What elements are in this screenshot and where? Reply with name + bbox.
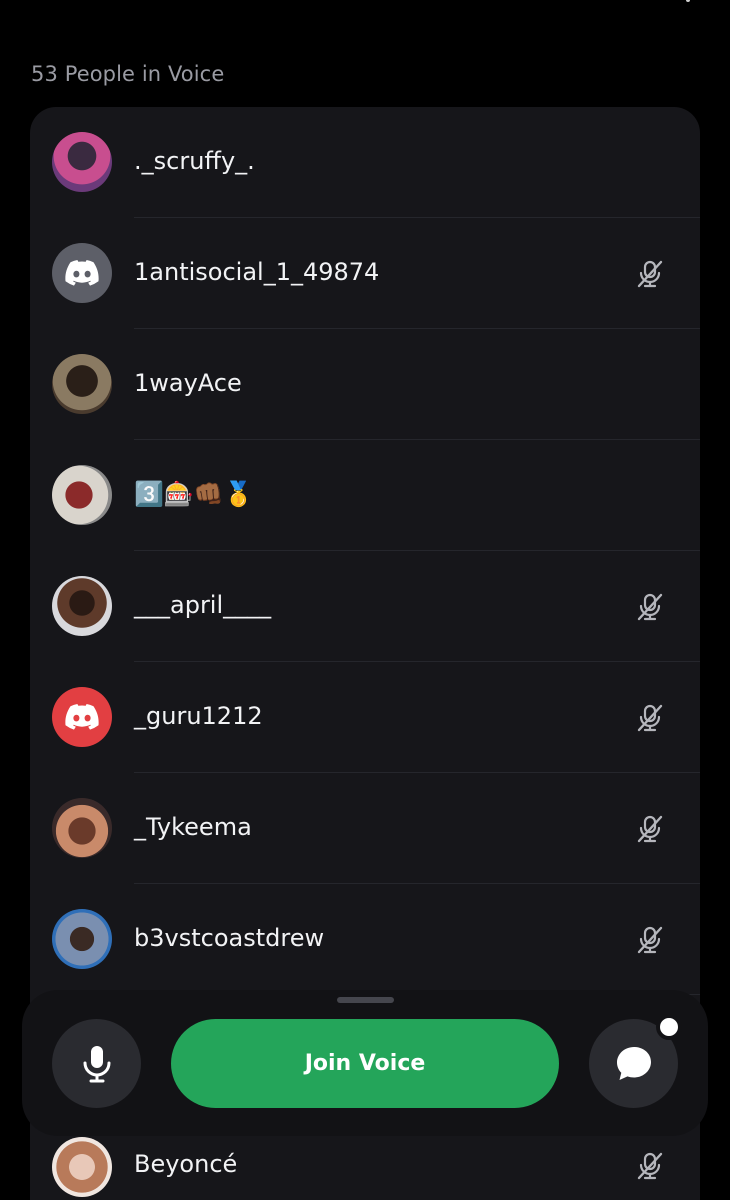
- member-username: ._scruffy_.: [134, 147, 255, 175]
- status-indicator: [686, 0, 690, 2]
- member-row[interactable]: ._scruffy_.: [30, 107, 700, 218]
- member-username: Beyoncé: [134, 1150, 238, 1178]
- avatar: [52, 465, 112, 525]
- mic-off-icon: [637, 704, 663, 732]
- member-username: ___april____: [134, 591, 272, 619]
- discord-logo-icon: [65, 704, 99, 730]
- microphone-button[interactable]: [52, 1019, 141, 1108]
- member-row[interactable]: _Tykeema: [30, 773, 700, 884]
- chat-bubble-icon: [616, 1046, 651, 1080]
- discord-logo-icon: [65, 260, 99, 286]
- member-row[interactable]: _guru1212: [30, 662, 700, 773]
- avatar: [52, 1137, 112, 1197]
- member-row[interactable]: 3️⃣🎰👊🏾🥇: [30, 440, 700, 551]
- voice-count-header: 53 People in Voice: [31, 62, 225, 86]
- avatar: [52, 798, 112, 858]
- notification-dot: [656, 1014, 682, 1040]
- member-row[interactable]: ___april____: [30, 551, 700, 662]
- join-voice-button[interactable]: Join Voice: [171, 1019, 559, 1108]
- sheet-drag-handle[interactable]: [337, 997, 394, 1003]
- mic-off-icon: [637, 926, 663, 954]
- member-username: b3vstcoastdrew: [134, 924, 325, 952]
- member-row[interactable]: b3vstcoastdrew: [30, 884, 700, 995]
- avatar: [52, 354, 112, 414]
- avatar: [52, 576, 112, 636]
- member-username: 3️⃣🎰👊🏾🥇: [134, 480, 254, 508]
- member-row[interactable]: 1wayAce: [30, 329, 700, 440]
- microphone-icon: [83, 1045, 110, 1082]
- avatar: [52, 687, 112, 747]
- avatar: [52, 909, 112, 969]
- voice-channel-screen: 53 People in Voice ._scruffy_. 1antisoci…: [0, 0, 730, 1200]
- avatar: [52, 132, 112, 192]
- mic-off-icon: [637, 593, 663, 621]
- mic-off-icon: [637, 1152, 663, 1180]
- mic-off-icon: [637, 260, 663, 288]
- mic-off-icon: [637, 815, 663, 843]
- member-username: 1wayAce: [134, 369, 242, 397]
- avatar: [52, 243, 112, 303]
- member-username: _guru1212: [134, 702, 263, 730]
- member-username: _Tykeema: [134, 813, 252, 841]
- member-row[interactable]: 1antisocial_1_49874: [30, 218, 700, 329]
- member-username: 1antisocial_1_49874: [134, 258, 380, 286]
